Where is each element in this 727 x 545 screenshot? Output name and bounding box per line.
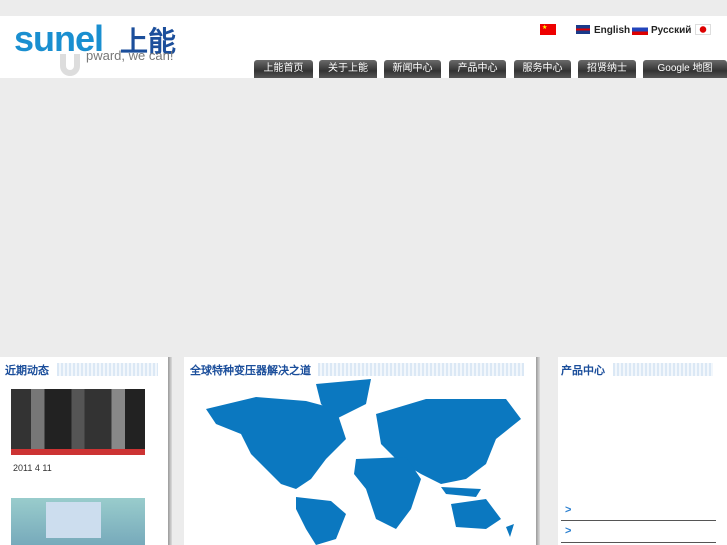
map-title: 全球特种变压器解决之道 [190,364,311,377]
panel-shadow [168,357,172,545]
news-photo[interactable] [11,389,145,455]
news-date: 2011 4 11 [13,463,52,473]
world-map[interactable] [196,379,526,545]
uk-flag-icon[interactable] [575,24,591,35]
australia [451,499,501,529]
nav-products[interactable]: 产品中心 [449,60,506,78]
africa [354,457,421,529]
logo-slogan: pward, we can! [86,48,174,63]
title-bar [613,363,713,376]
products-title: 产品中心 [561,364,605,377]
china-flag-icon[interactable]: ★ [540,24,556,35]
header: sunel 上能 pward, we can! ★ English Русски… [0,16,727,78]
product-link-2[interactable]: > [565,525,571,537]
news-panel: 近期动态 2011 4 11 [0,357,168,545]
south-america [296,497,346,545]
divider [561,542,716,543]
panel-shadow [536,357,540,545]
nav-google-map[interactable]: Google 地图 [643,60,727,78]
indonesia [441,487,481,497]
title-bar [57,363,158,376]
products-panel: 产品中心 > > [558,357,727,545]
russia-flag-icon[interactable] [632,24,648,35]
nav-jobs[interactable]: 招贤纳士 [578,60,636,78]
product-link-1[interactable]: > [565,504,571,516]
new-zealand [506,524,514,537]
nav-news[interactable]: 新闻中心 [384,60,441,78]
japan-flag-icon[interactable] [695,24,711,35]
news-title: 近期动态 [5,364,49,377]
lang-russian[interactable]: Русский [651,25,691,36]
news-photo-2[interactable] [11,498,145,545]
title-bar [318,363,524,376]
map-panel: 全球特种变压器解决之道 [184,357,536,545]
nav-home[interactable]: 上能首页 [254,60,313,78]
nav-service[interactable]: 服务中心 [514,60,571,78]
logo-u-shape [60,54,80,76]
lang-english[interactable]: English [594,25,630,36]
nav-about[interactable]: 关于上能 [319,60,377,78]
divider [561,520,716,521]
sunel-logo[interactable]: sunel 上能 pward, we can! [12,18,177,76]
north-america [206,397,346,489]
